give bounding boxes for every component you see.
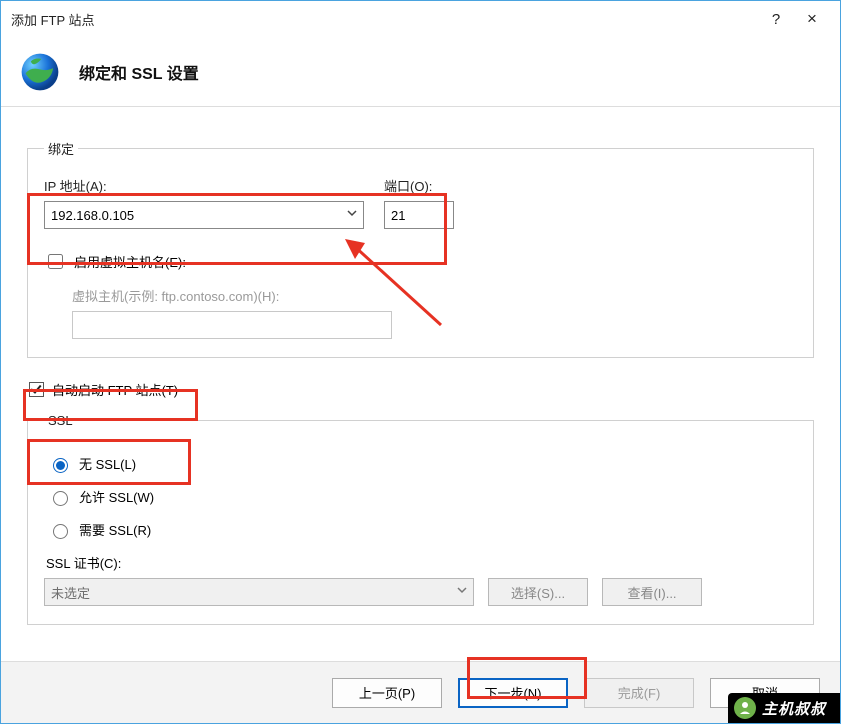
next-button[interactable]: 下一步(N) — [458, 678, 568, 708]
ssl-allow-row: 允许 SSL(W) — [48, 487, 797, 506]
port-column: 端口(O): — [384, 176, 454, 229]
dialog-window: 添加 FTP 站点 ? × 绑定和 SSL 设置 绑定 IP 地址(A): — [0, 0, 841, 724]
binding-group: 绑定 IP 地址(A): 端口(O): 启用虚拟主机名(E): — [27, 139, 814, 358]
port-label: 端口(O): — [384, 176, 454, 195]
dialog-header: 绑定和 SSL 设置 — [1, 37, 840, 107]
globe-icon — [19, 51, 61, 93]
ssl-cert-combo[interactable] — [44, 578, 474, 606]
binding-legend: 绑定 — [44, 139, 78, 158]
autostart-label: 自动启动 FTP 站点(T) — [52, 380, 178, 399]
ssl-require-radio[interactable] — [53, 524, 68, 539]
ip-combo-wrap — [44, 201, 364, 229]
window-title: 添加 FTP 站点 — [11, 10, 758, 29]
ssl-none-radio[interactable] — [53, 458, 68, 473]
ssl-allow-label: 允许 SSL(W) — [79, 487, 154, 506]
avatar-icon — [734, 697, 756, 719]
ip-label: IP 地址(A): — [44, 176, 364, 195]
ssl-view-button: 查看(I)... — [602, 578, 702, 606]
prev-button[interactable]: 上一页(P) — [332, 678, 442, 708]
ssl-cert-row: 选择(S)... 查看(I)... — [44, 578, 797, 606]
enable-vhost-label: 启用虚拟主机名(E): — [74, 252, 186, 271]
dialog-body: 绑定 IP 地址(A): 端口(O): 启用虚拟主机名(E): — [1, 107, 840, 625]
ssl-select-button: 选择(S)... — [488, 578, 588, 606]
ip-column: IP 地址(A): — [44, 176, 364, 229]
watermark-text: 主机叔叔 — [762, 698, 826, 719]
ssl-allow-radio[interactable] — [53, 491, 68, 506]
help-button[interactable]: ? — [758, 11, 794, 28]
ssl-require-row: 需要 SSL(R) — [48, 520, 797, 539]
vhost-label: 虚拟主机(示例: ftp.contoso.com)(H): — [72, 286, 797, 305]
port-input[interactable] — [384, 201, 454, 229]
autostart-row: 自动启动 FTP 站点(T) — [29, 380, 814, 399]
binding-row: IP 地址(A): 端口(O): — [44, 176, 797, 229]
page-title: 绑定和 SSL 设置 — [79, 60, 199, 84]
ssl-require-label: 需要 SSL(R) — [79, 520, 151, 539]
ssl-none-row: 无 SSL(L) — [48, 454, 797, 473]
ip-address-combo[interactable] — [44, 201, 364, 229]
vhost-input — [72, 311, 392, 339]
ssl-none-label: 无 SSL(L) — [79, 454, 136, 473]
enable-vhost-row: 启用虚拟主机名(E): — [44, 251, 797, 272]
enable-vhost-checkbox[interactable] — [48, 254, 63, 269]
titlebar: 添加 FTP 站点 ? × — [1, 1, 840, 37]
ssl-group: SSL 无 SSL(L) 允许 SSL(W) 需要 SSL(R) SSL 证书(… — [27, 413, 814, 625]
ssl-legend: SSL — [44, 413, 77, 428]
finish-button: 完成(F) — [584, 678, 694, 708]
watermark-badge: 主机叔叔 — [728, 693, 840, 723]
ssl-cert-combo-wrap — [44, 578, 474, 606]
ssl-cert-label: SSL 证书(C): — [46, 553, 797, 572]
autostart-checkbox[interactable] — [29, 382, 44, 397]
dialog-footer: 上一页(P) 下一步(N) 完成(F) 取消 — [1, 661, 840, 723]
close-button[interactable]: × — [794, 9, 830, 29]
